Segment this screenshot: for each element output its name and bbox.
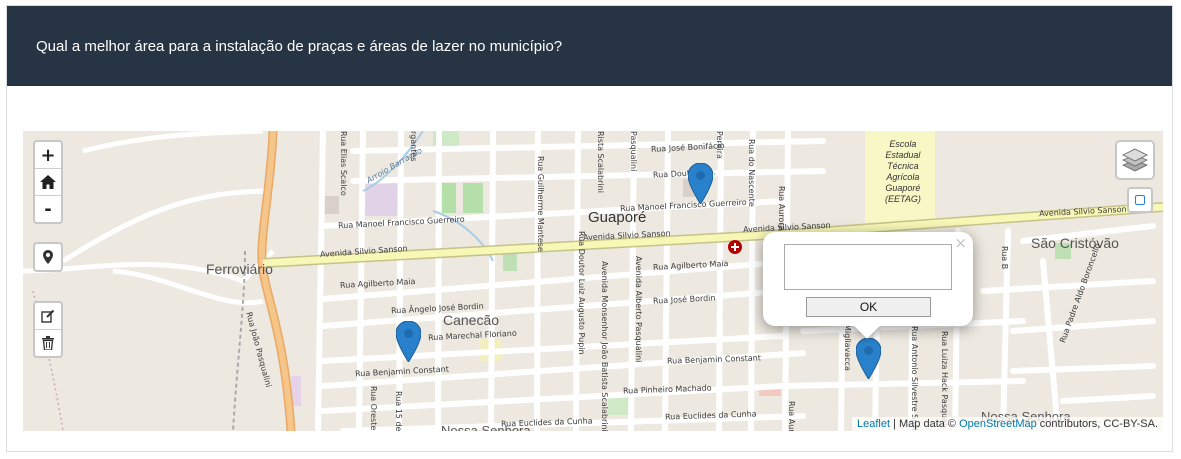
school-label: Escola Estadual Técnica Agrícola Guaporé… bbox=[885, 139, 921, 204]
street-label: Rua do Nascente bbox=[747, 139, 756, 207]
question-card: Qual a melhor área para a instalação de … bbox=[6, 5, 1173, 452]
layers-icon bbox=[1122, 148, 1148, 172]
marker-popup: × OK bbox=[763, 232, 973, 339]
attribution-license: contributors, CC-BY-SA. bbox=[1036, 418, 1158, 430]
popup-ok-button[interactable]: OK bbox=[806, 297, 931, 317]
map-attribution: Leaflet | Map data © OpenStreetMap contr… bbox=[852, 417, 1163, 431]
square-icon bbox=[1135, 195, 1145, 205]
street-label: Avenida Monsenhor João Batista Scalabrin… bbox=[600, 261, 609, 431]
layers-button[interactable] bbox=[1115, 140, 1155, 180]
street-label: Rua Oreste Lui bbox=[369, 386, 378, 431]
trash-icon bbox=[42, 336, 54, 350]
edit-button[interactable] bbox=[35, 303, 61, 330]
home-button[interactable] bbox=[35, 169, 61, 196]
place-label-sao-cristovao: São Cristóvão bbox=[1031, 235, 1119, 251]
popup-comment-textarea[interactable] bbox=[784, 244, 952, 290]
location-marker-icon[interactable] bbox=[688, 163, 713, 204]
street-label: Rua Antonio Silvestre Spilli bbox=[910, 326, 919, 431]
attribution-separator: | Map data © bbox=[890, 418, 960, 430]
draw-control bbox=[33, 301, 63, 358]
locate-control bbox=[33, 242, 63, 272]
openstreetmap-link[interactable]: OpenStreetMap bbox=[959, 418, 1037, 430]
place-label-canecao: Canecão bbox=[443, 312, 500, 328]
street-label: Pereira bbox=[715, 131, 724, 159]
street-label: Pasqualini bbox=[629, 131, 638, 172]
street-label: Rua Guilherme Mantese bbox=[536, 156, 545, 252]
street-label: Rua Aurora bbox=[777, 186, 786, 231]
place-label-ferroviario: Ferroviário bbox=[206, 261, 273, 277]
location-marker-icon[interactable] bbox=[856, 338, 881, 379]
location-marker-icon[interactable] bbox=[396, 321, 421, 362]
street-label: Migliavacca bbox=[843, 324, 852, 371]
question-header: Qual a melhor área para a instalação de … bbox=[7, 6, 1172, 86]
edit-icon bbox=[41, 309, 55, 323]
zoom-control: + - bbox=[33, 140, 63, 224]
street-label: Rua Doutor Luiz Augusto Pupin bbox=[577, 231, 586, 355]
street-label: Rua 15 de N bbox=[394, 391, 403, 431]
street-label: Avenida Alberto Pasqualini bbox=[634, 256, 643, 363]
map-tiles bbox=[23, 131, 1163, 431]
map-pin-icon bbox=[43, 250, 53, 264]
street-label: Rista Scalabrini bbox=[596, 131, 605, 193]
question-title: Qual a melhor área para a instalação de … bbox=[36, 38, 563, 55]
popup-close-button[interactable]: × bbox=[954, 234, 967, 252]
place-label-nossa-senhora: Nossa Senhora bbox=[441, 423, 531, 431]
home-icon bbox=[40, 175, 56, 189]
add-marker-button[interactable] bbox=[35, 244, 61, 270]
street-label: Rua Luiza Hack Pasqual bbox=[940, 331, 949, 426]
leaflet-map[interactable]: Guaporé Ferroviário Canecão São Cristóvã… bbox=[23, 131, 1163, 431]
leaflet-link[interactable]: Leaflet bbox=[857, 418, 890, 430]
delete-button[interactable] bbox=[35, 330, 61, 356]
zoom-in-button[interactable]: + bbox=[35, 142, 61, 169]
street-label: Rua Elias Scalco bbox=[339, 131, 348, 196]
draw-rectangle-button[interactable] bbox=[1127, 187, 1153, 213]
street-label: rgantes bbox=[409, 131, 418, 162]
zoom-out-button[interactable]: - bbox=[35, 196, 61, 222]
street-label: Rua B bbox=[1000, 246, 1009, 270]
street-label: Rua Aurora bbox=[787, 401, 796, 431]
